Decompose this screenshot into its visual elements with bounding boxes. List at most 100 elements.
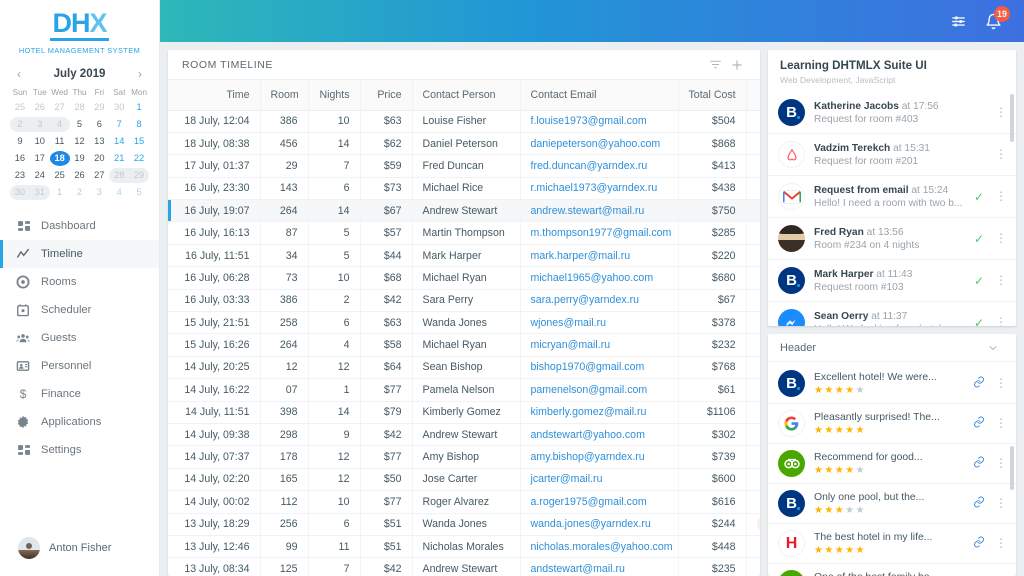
table-row[interactable]: 17 July, 01:37 29 7 $59 Fred Duncan fred.dunc… [168,154,760,178]
table-row[interactable]: 14 July, 09:38 298 9 $42 Andrew Stewart andst… [168,423,760,447]
calendar-day[interactable]: 15 [129,134,149,149]
calendar-day[interactable]: 12 [70,134,90,149]
calendar-day[interactable]: 7 [109,117,129,132]
message-item[interactable]: B Katherine Jacobs at 17:56 Request for ro… [768,92,1016,134]
link-icon[interactable] [972,536,986,551]
sidebar-item-rooms[interactable]: Rooms [0,268,159,296]
column-header-total-cost[interactable]: Total Cost [678,80,747,111]
calendar-day[interactable]: 2 [70,185,90,200]
review-menu-icon[interactable]: ⋮ [995,457,1007,469]
column-header-nights[interactable]: Nights [308,80,361,111]
calendar-day[interactable]: 1 [50,185,70,200]
calendar-day[interactable]: 31 [29,185,50,201]
cell-contact-email[interactable]: r.michael1973@yarndex.ru [520,177,679,201]
calendar-day[interactable]: 5 [129,185,149,200]
sidebar-user[interactable]: Anton Fisher [0,528,159,576]
cell-contact-email[interactable]: amy.bishop@yarndex.ru [520,445,679,469]
cell-contact-email[interactable]: andstewart@mail.ru [520,557,679,576]
calendar-day[interactable]: 10 [30,134,50,149]
calendar-day[interactable]: 2 [10,117,30,133]
timeline-table-scroll[interactable]: Time Room Nights Price Contact Person Contact… [168,80,760,576]
cell-contact-email[interactable]: wjones@mail.ru [520,311,679,335]
sidebar-item-applications[interactable]: Applications [0,408,159,436]
check-icon[interactable]: ✓ [972,316,986,327]
review-menu-icon[interactable]: ⋮ [995,377,1007,389]
column-header-contact-person[interactable]: Contact Person [412,80,521,111]
cell-contact-email[interactable]: sara.perry@yarndex.ru [520,289,679,313]
calendar-day[interactable]: 14 [109,134,129,149]
calendar-day[interactable]: 25 [10,100,30,115]
cell-contact-email[interactable]: mark.harper@mail.ru [520,244,679,268]
calendar-day[interactable]: 11 [50,134,70,149]
sidebar-item-personnel[interactable]: Personnel [0,352,159,380]
message-item[interactable]: Request from email at 15:24 Hello! I need… [768,176,1016,218]
message-menu-icon[interactable]: ⋮ [995,190,1007,202]
message-item[interactable]: Fred Ryan at 13:56 Room #234 on 4 nights ✓… [768,218,1016,260]
filter-icon[interactable] [704,54,726,76]
calendar-day[interactable]: 4 [49,117,70,133]
cell-contact-email[interactable]: fred.duncan@yarndex.ru [520,154,679,178]
message-menu-icon[interactable]: ⋮ [995,274,1007,286]
column-header-price[interactable]: Price [360,80,413,111]
calendar-day[interactable]: 8 [129,117,149,132]
table-row[interactable]: 13 July, 08:34 125 7 $42 Andrew Stewart andst… [168,557,760,576]
table-row[interactable]: 14 July, 16:22 07 1 $77 Pamela Nelson pamenel… [168,378,760,402]
table-row[interactable]: 16 July, 03:33 386 2 $42 Sara Perry sara.perr… [168,289,760,313]
sidebar-item-finance[interactable]: $ Finance [0,380,159,408]
bell-icon[interactable]: 19 [985,5,1010,30]
review-item[interactable]: Recommend for good... ★★★★★ ⋮ [768,444,1016,484]
calendar-day[interactable]: 1 [129,100,149,115]
message-item[interactable]: B Mark Harper at 11:43 Request room #103 ✓ ⋮ [768,260,1016,302]
calendar-day[interactable]: 19 [70,151,90,166]
calendar-day[interactable]: 3 [29,117,50,133]
calendar-day[interactable]: 24 [30,168,50,183]
cell-contact-email[interactable]: jcarter@mail.ru [520,468,679,492]
calendar-day[interactable]: 18 [49,151,70,167]
message-menu-icon[interactable]: ⋮ [995,148,1007,160]
calendar-day[interactable]: 27 [89,168,109,183]
calendar-day[interactable]: 17 [30,151,50,166]
plus-icon[interactable] [726,54,748,76]
review-item[interactable]: B Only one pool, but the... ★★★★★ ⋮ [768,484,1016,524]
review-item[interactable]: B Excellent hotel! We were... ★★★★★ ⋮ [768,364,1016,404]
calendar-day[interactable]: 3 [89,185,109,200]
table-row[interactable]: 16 July, 19:07 264 14 $67 Andrew Stewart andr… [168,199,760,223]
message-menu-icon[interactable]: ⋮ [995,316,1007,326]
check-icon[interactable]: ✓ [972,232,986,246]
table-row[interactable]: 13 July, 18:29 256 6 $51 Wanda Jones wanda.jo… [168,513,760,536]
link-icon[interactable] [972,496,986,511]
messages-scrollbar[interactable] [1010,94,1014,142]
sliders-icon[interactable] [950,13,967,30]
message-menu-icon[interactable]: ⋮ [995,106,1007,118]
table-row[interactable]: 15 July, 21:51 258 6 $63 Wanda Jones wjones@m… [168,311,760,335]
calendar-day[interactable]: 29 [89,100,109,115]
link-icon[interactable] [972,376,986,391]
column-header-time[interactable]: Time [168,80,261,111]
chevron-down-icon[interactable] [982,337,1004,359]
table-row[interactable]: 14 July, 02:20 165 12 $50 Jose Carter jcarter… [168,468,760,492]
cell-contact-email[interactable]: bishop1970@gmail.com [520,356,679,380]
table-row[interactable]: 16 July, 06:28 73 10 $68 Michael Ryan michael… [168,266,760,290]
calendar-day[interactable]: 29 [129,168,149,184]
calendar-day[interactable]: 5 [70,117,90,132]
review-item[interactable]: One of the best family ho...★★★★★⋮ [768,564,1016,576]
sidebar-item-settings[interactable]: Settings [0,436,159,464]
calendar-day[interactable]: 20 [89,151,109,166]
cell-contact-email[interactable]: nicholas.morales@yahoo.com [520,535,679,559]
table-row[interactable]: 16 July, 23:30 143 6 $73 Michael Rice r.micha… [168,177,760,201]
calendar-day[interactable]: 16 [10,151,30,166]
table-row[interactable]: 13 July, 12:46 99 11 $51 Nicholas Morales nic… [168,535,760,559]
table-row[interactable]: 18 July, 08:38 456 14 $62 Daniel Peterson dan… [168,132,760,156]
calendar-day[interactable]: 4 [109,185,129,200]
cell-contact-email[interactable]: a.roger1975@gmail.com [520,490,679,514]
table-row[interactable]: 14 July, 20:25 12 12 $64 Sean Bishop bishop19… [168,356,760,380]
calendar-day[interactable]: 26 [70,168,90,183]
table-row[interactable]: 14 July, 00:02 112 10 $77 Roger Alvarez a.rog… [168,490,760,514]
message-menu-icon[interactable]: ⋮ [995,232,1007,244]
cell-contact-email[interactable]: andrew.stewart@mail.ru [520,199,679,223]
table-row[interactable]: 14 July, 11:51 398 14 $79 Kimberly Gomez kimb… [168,401,760,424]
table-row[interactable]: 18 July, 12:04 386 10 $63 Louise Fisher f.lou… [168,110,760,133]
link-icon[interactable] [972,456,986,471]
cell-contact-email[interactable]: kimberly.gomez@mail.ru [520,401,679,424]
calendar-day[interactable]: 28 [109,168,130,184]
